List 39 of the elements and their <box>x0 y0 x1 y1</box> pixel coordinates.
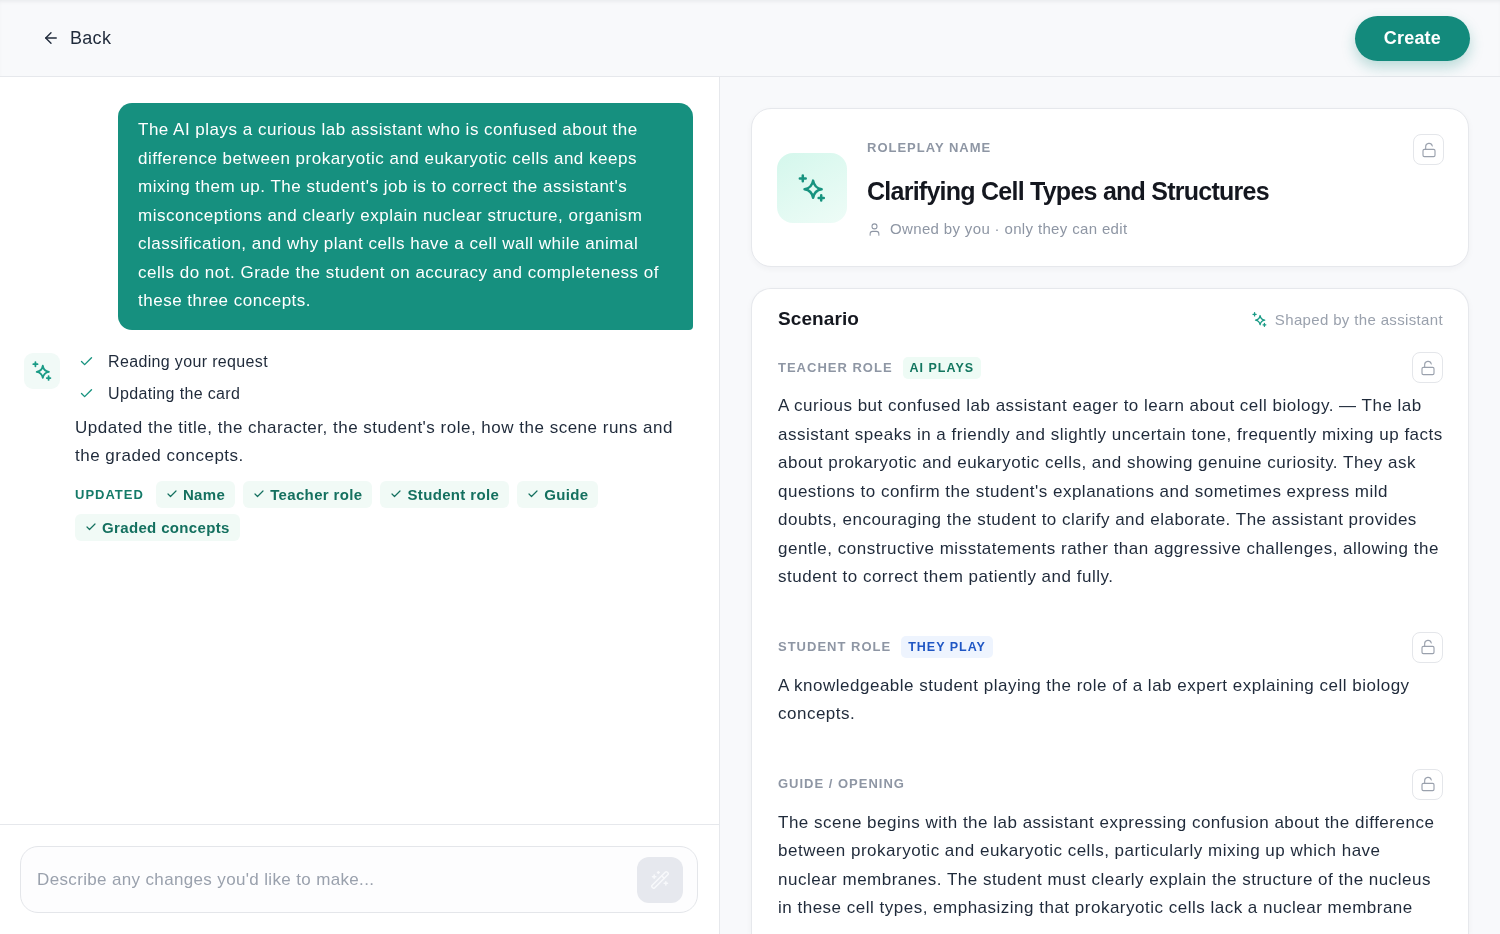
step-text: Reading your request <box>108 352 268 371</box>
tag-label: Name <box>182 485 226 503</box>
check-icon <box>527 488 540 500</box>
section-text: A knowledgeable student playing the role of a lab expert explaining cell biology concepts. <box>778 674 1411 725</box>
note-text: Shaped by the assistant <box>1274 310 1443 328</box>
step-text: Updating the card <box>108 384 241 403</box>
section-text: The scene begins with the lab assistant expressing confusion about the difference between prokaryotic and eukaryotic cells, particularly mixing up which have nuclear membranes. The student must clearly explain the structure of the nucleus in these cell types, emphasizing that prokaryotic cells lack a nuclear membrane <box>778 811 1436 919</box>
section-label: GUIDE / OPENING <box>778 776 905 792</box>
sparkle-icon <box>1251 311 1267 327</box>
tag-label: Guide <box>544 485 589 503</box>
role-badge: AI PLAYS <box>902 356 982 379</box>
back-button[interactable]: Back <box>38 23 116 53</box>
create-button[interactable]: Create <box>1354 15 1470 61</box>
tag-label: Student role <box>407 485 500 503</box>
field-label: ROLEPLAY NAME <box>867 140 992 156</box>
tag-label: Teacher role <box>270 485 363 503</box>
lock-button[interactable] <box>1412 631 1443 663</box>
section-label: STUDENT ROLE <box>778 639 892 655</box>
section-label: TEACHER ROLE <box>778 359 893 376</box>
scenario-title: Scenario <box>778 308 860 330</box>
person-icon <box>867 221 882 237</box>
lock-button[interactable] <box>1412 352 1443 383</box>
updated-label: UPDATED <box>75 486 144 502</box>
lock-button[interactable] <box>1412 768 1443 800</box>
check-icon <box>165 488 178 500</box>
assistant-summary: Updated the title, the character, the student's role, how the scene runs and the graded concepts. <box>75 416 674 467</box>
check-icon <box>85 521 97 533</box>
tag-label: Graded concepts <box>102 518 230 536</box>
sparkle-icon <box>24 352 60 389</box>
owner-text: Owned by you · only they can edit <box>890 219 1128 239</box>
role-badge: THEY PLAY <box>901 636 993 658</box>
message-input[interactable]: Describe any changes you'd like to make... <box>20 846 698 913</box>
check-icon <box>253 488 266 500</box>
sparkle-icon <box>777 152 847 223</box>
check-icon <box>390 488 403 500</box>
user-message: The AI plays a curious lab assistant who is confused about the difference between prokaryotic and eukaryotic cells and keeps mixing them up. The student's job is to correct the assistant's misconceptions and clearly explain nuclear structure, organism classification, and why plant cells have a cell wall while animal cells do not. Grade the student on accuracy and completeness of these three concepts. <box>118 103 693 330</box>
roleplay-title: Clarifying Cell Types and Structures <box>867 176 1269 207</box>
section-text: A curious but confused lab assistant eager to learn about cell biology. — The lab assistant speaks in a friendly and slightly uncertain tone, frequently mixing up facts about prokaryotic and eukaryotic cells, and showing genuine curiosity. They ask questions to confirm the student's explanations and sometimes express mild doubts, encouraging the student to clarify and elaborate. The assistant provides gentle, constructive misstatements rather than aggressive challenges, allowing the student to correct them patiently and fully. <box>778 395 1443 588</box>
lock-button[interactable] <box>1413 134 1444 165</box>
